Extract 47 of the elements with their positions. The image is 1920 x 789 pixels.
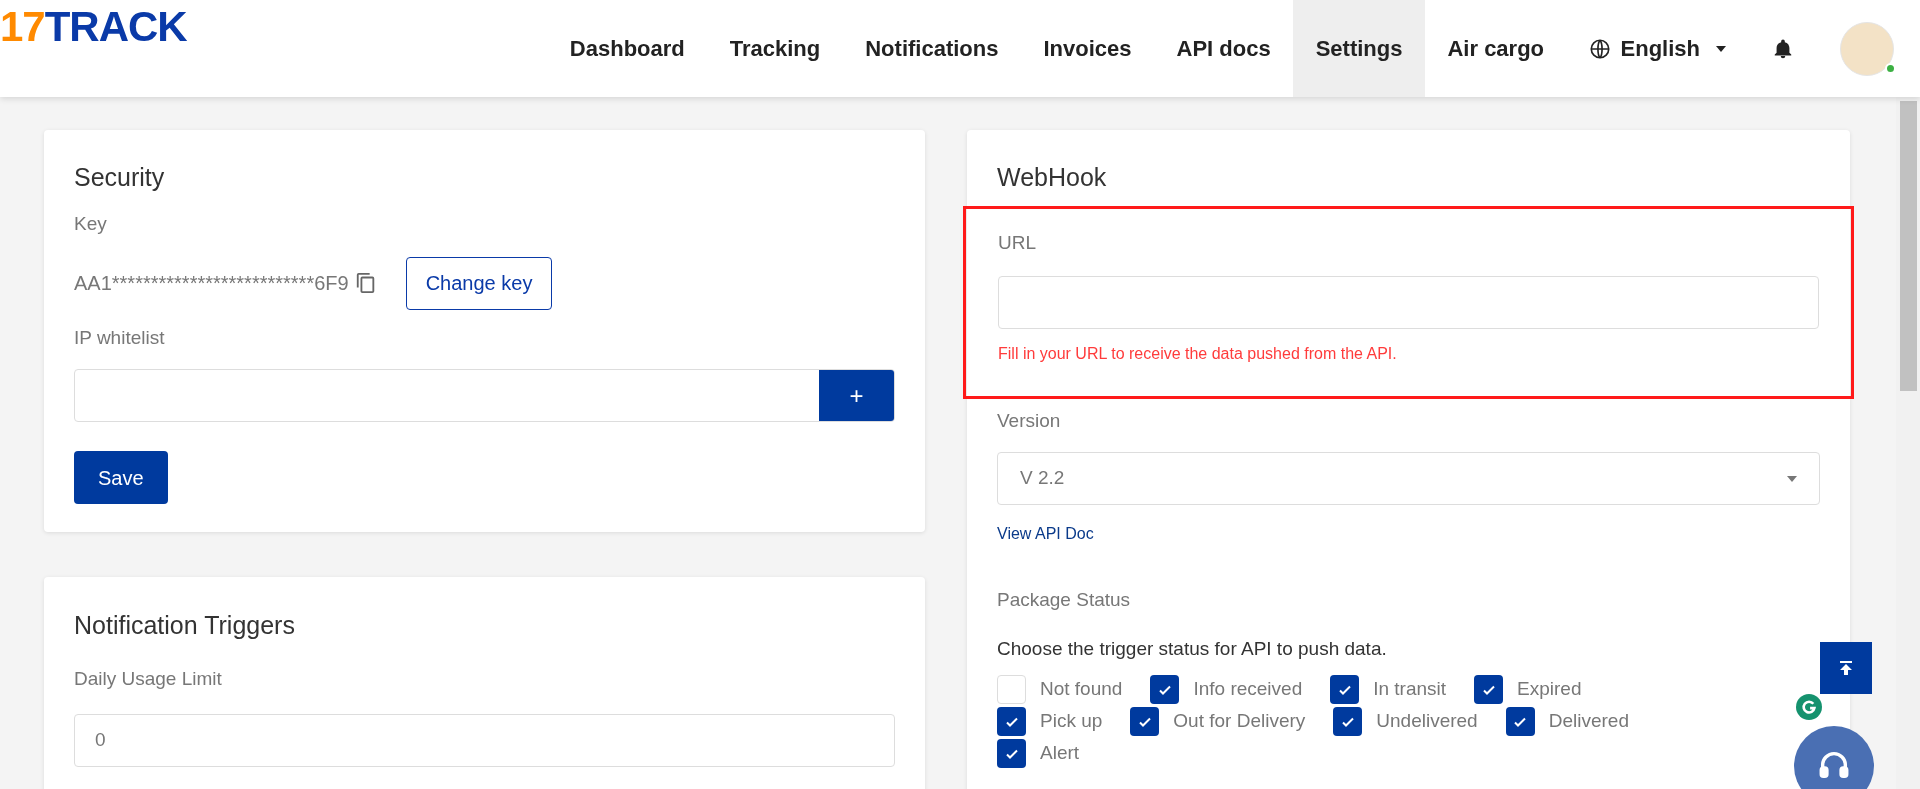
error-message: Fill in your URL to receive the data pushed from the API. bbox=[998, 343, 1398, 364]
field-label: Key bbox=[74, 212, 108, 236]
caret-icon bbox=[1787, 475, 1797, 482]
logo[interactable]: 17TRACK bbox=[0, 5, 187, 48]
card-title: WebHook bbox=[997, 162, 1108, 192]
card-title: Security bbox=[74, 162, 166, 192]
copy-icon[interactable] bbox=[354, 272, 377, 294]
status-checkbox[interactable]: Expired bbox=[1474, 675, 1582, 704]
nav-tab[interactable]: Air cargo bbox=[1424, 0, 1567, 97]
language-selector[interactable]: English bbox=[1588, 32, 1726, 65]
status-checkbox[interactable]: Undelivered bbox=[1333, 707, 1478, 736]
field-label: URL bbox=[998, 231, 1037, 255]
status-checkbox[interactable]: In transit bbox=[1330, 675, 1447, 704]
back-to-top-button[interactable] bbox=[1820, 642, 1872, 694]
bell-icon[interactable] bbox=[1772, 37, 1794, 60]
nav-tab[interactable]: Dashboard bbox=[547, 0, 708, 97]
status-checkbox[interactable]: Alert bbox=[997, 739, 1080, 768]
field-label: Package Status bbox=[997, 588, 1132, 612]
caret-icon bbox=[1716, 45, 1726, 52]
card-title: Notification Triggers bbox=[74, 610, 296, 640]
nav-tab[interactable]: API docs bbox=[1154, 0, 1294, 97]
api-key-text: AA1**************************6F9 bbox=[74, 271, 349, 296]
arrow-up-icon bbox=[1838, 660, 1854, 676]
ip-whitelist-field[interactable]: + bbox=[74, 369, 895, 422]
version-select[interactable]: V 2.2 bbox=[997, 452, 1820, 505]
status-checkbox[interactable]: Info received bbox=[1150, 675, 1303, 704]
nav-tab[interactable]: Tracking bbox=[707, 0, 843, 97]
support-chat-button[interactable] bbox=[1794, 726, 1874, 789]
status-checkbox[interactable]: Delivered bbox=[1505, 707, 1629, 736]
status-checkbox[interactable]: Not found bbox=[997, 675, 1123, 704]
url-field[interactable] bbox=[998, 275, 1819, 329]
status-checkbox[interactable]: Out for Delivery bbox=[1130, 707, 1306, 736]
hint-text: Choose the trigger status for API to push data. bbox=[997, 636, 1388, 661]
nav-tab[interactable]: Notifications bbox=[842, 0, 1021, 97]
api-doc-link[interactable]: View API Doc bbox=[997, 522, 1094, 546]
field-label: Version bbox=[997, 408, 1062, 433]
grammar-assistant-icon[interactable] bbox=[1796, 694, 1822, 720]
add-button[interactable]: + bbox=[819, 370, 894, 421]
globe-icon bbox=[1588, 37, 1611, 60]
field-label: IP whitelist bbox=[74, 325, 166, 350]
status-checkbox[interactable]: Pick up bbox=[997, 707, 1103, 736]
nav-tab[interactable]: Settings bbox=[1293, 0, 1425, 97]
change-key-button[interactable]: Change key bbox=[405, 256, 553, 310]
save-button[interactable]: Save bbox=[74, 451, 168, 504]
nav-tab[interactable]: Invoices bbox=[1020, 0, 1154, 97]
field-label: Daily Usage Limit bbox=[74, 667, 223, 691]
daily-limit-field[interactable]: 0 bbox=[74, 713, 895, 767]
